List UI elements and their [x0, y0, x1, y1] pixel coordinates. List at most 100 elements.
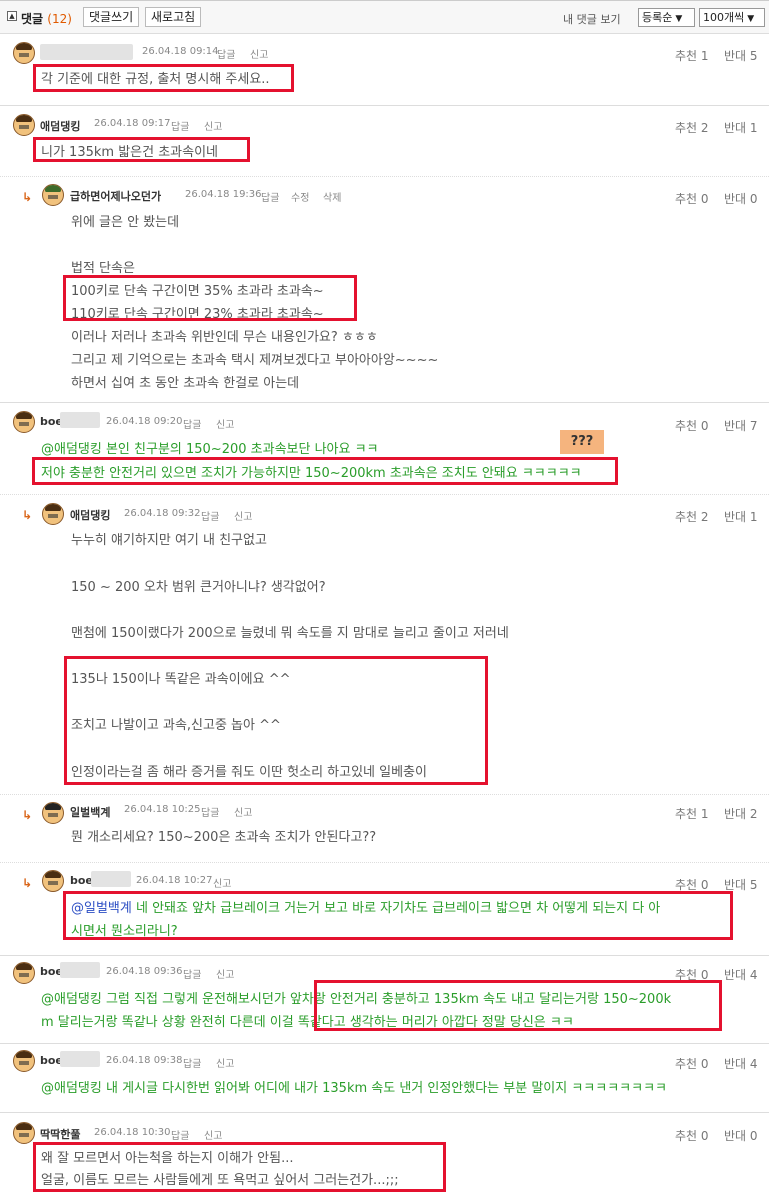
comment-author[interactable]: 애덤댕킹 — [70, 507, 110, 523]
blurred-nickname — [40, 44, 133, 60]
write-comment-button[interactable]: 댓글쓰기 — [83, 7, 140, 27]
comment-date: 26.04.18 10:27 — [136, 875, 213, 886]
comment-toolbar: ▲ 댓글 (12) 댓글쓰기 새로고침 내 댓글 보기 등록순 ▼ 100개씩 ▼ — [0, 0, 769, 34]
comment-date: 26.04.18 09:17 — [94, 118, 171, 129]
comments-count: (12) — [47, 12, 72, 26]
report-link[interactable]: 신고 — [216, 966, 234, 981]
upvote-count[interactable]: 추천 0 — [675, 1055, 709, 1072]
comment-author[interactable]: 일벌백계 — [70, 804, 110, 820]
avatar — [13, 1122, 35, 1144]
reply-arrow-icon: ↳ — [22, 508, 33, 522]
comments-label: 댓글 — [21, 12, 44, 26]
downvote-count[interactable]: 반대 1 — [724, 508, 758, 525]
reply-link[interactable]: 답글 — [171, 1127, 189, 1142]
comment-author[interactable]: 애덤댕킹 — [40, 118, 80, 134]
avatar — [13, 411, 35, 433]
downvote-count[interactable]: 반대 7 — [724, 417, 758, 434]
delete-link[interactable]: 삭제 — [323, 189, 341, 204]
reply-arrow-icon: ↳ — [22, 808, 33, 822]
divider — [0, 1043, 769, 1044]
upvote-count[interactable]: 추천 2 — [675, 119, 709, 136]
annotation-label: ??? — [560, 430, 604, 454]
divider — [0, 794, 769, 795]
blurred-nickname — [60, 962, 100, 978]
downvote-count[interactable]: 반대 0 — [724, 1127, 758, 1144]
comment-text: 맨첨에 150이랬다가 200으로 늘렸네 뭐 속도를 지 맘대로 늘리고 줄이… — [71, 626, 509, 641]
comment-text: 법적 단속은 — [71, 261, 135, 276]
reply-arrow-icon: ↳ — [22, 876, 33, 890]
blurred-nickname — [91, 871, 131, 887]
highlight-box — [63, 275, 357, 321]
report-link[interactable]: 신고 — [250, 46, 268, 61]
reply-link[interactable]: 답글 — [261, 189, 279, 204]
divider — [0, 494, 769, 495]
downvote-count[interactable]: 반대 4 — [724, 1055, 758, 1072]
edit-link[interactable]: 수정 — [291, 189, 309, 204]
highlight-box — [314, 980, 722, 1031]
avatar — [13, 42, 35, 64]
refresh-button[interactable]: 새로고침 — [145, 7, 202, 27]
highlight-box — [33, 137, 250, 162]
reply-link[interactable]: 답글 — [171, 118, 189, 133]
my-comments-link[interactable]: 내 댓글 보기 — [563, 11, 621, 27]
reply-link[interactable]: 답글 — [201, 508, 219, 523]
divider — [0, 1112, 769, 1113]
report-link[interactable]: 신고 — [213, 875, 231, 890]
report-link[interactable]: 신고 — [204, 1127, 222, 1142]
avatar — [13, 962, 35, 984]
avatar — [42, 184, 64, 206]
comment-date: 26.04.18 09:38 — [106, 1055, 183, 1066]
report-link[interactable]: 신고 — [216, 1055, 234, 1070]
report-link[interactable]: 신고 — [234, 508, 252, 523]
highlight-box — [64, 656, 488, 785]
comment-text: 하면서 십여 초 동안 초과속 한걸로 아는데 — [71, 376, 300, 391]
divider — [0, 402, 769, 403]
blurred-nickname — [60, 1051, 100, 1067]
report-link[interactable]: 신고 — [234, 804, 252, 819]
reply-link[interactable]: 답글 — [201, 804, 219, 819]
comment-date: 26.04.18 19:36 — [185, 189, 262, 200]
upvote-count[interactable]: 추천 0 — [675, 190, 709, 207]
collapse-icon[interactable]: ▲ — [7, 11, 17, 21]
divider — [0, 176, 769, 177]
report-link[interactable]: 신고 — [216, 416, 234, 431]
reply-link[interactable]: 답글 — [183, 1055, 201, 1070]
report-link[interactable]: 신고 — [204, 118, 222, 133]
comment-text: 150 ~ 200 오차 범위 큰거아니냐? 생각없어? — [71, 580, 326, 595]
upvote-count[interactable]: 추천 0 — [675, 1127, 709, 1144]
upvote-count[interactable]: 추천 1 — [675, 47, 709, 64]
comment-author[interactable]: boe — [70, 874, 93, 887]
downvote-count[interactable]: 반대 1 — [724, 119, 758, 136]
downvote-count[interactable]: 반대 2 — [724, 805, 758, 822]
chevron-down-icon: ▼ — [675, 14, 683, 24]
comment-text: 위에 글은 안 봤는데 — [71, 215, 180, 230]
upvote-count[interactable]: 추천 2 — [675, 508, 709, 525]
per-page-select[interactable]: 100개씩 ▼ — [699, 8, 765, 27]
comment-date: 26.04.18 09:14 — [142, 46, 219, 57]
comment-text: @애덤댕킹 본인 친구분의 150~200 초과속보단 나아요 ㅋㅋ — [41, 442, 379, 457]
avatar — [42, 802, 64, 824]
reply-arrow-icon: ↳ — [22, 190, 33, 204]
comment-text: 이러나 저러나 초과속 위반인데 무슨 내용인가요? ㅎㅎㅎ — [71, 330, 378, 345]
downvote-count[interactable]: 반대 5 — [724, 47, 758, 64]
highlight-box — [33, 64, 294, 92]
comment-author[interactable]: 딱딱한풀 — [40, 1126, 80, 1142]
comment-text: @애덤댕킹 내 게시글 다시한번 읽어봐 어디에 내가 135km 속도 낸거 … — [41, 1081, 668, 1096]
comment-author[interactable]: 급하면어제나오던가 — [70, 188, 161, 204]
blurred-nickname — [60, 412, 100, 428]
downvote-count[interactable]: 반대 4 — [724, 966, 758, 983]
downvote-count[interactable]: 반대 0 — [724, 190, 758, 207]
upvote-count[interactable]: 추천 1 — [675, 805, 709, 822]
reply-link[interactable]: 답글 — [183, 966, 201, 981]
comments-heading: 댓글 (12) — [21, 10, 72, 27]
divider — [0, 955, 769, 956]
comment-date: 26.04.18 09:36 — [106, 966, 183, 977]
highlight-box — [33, 1142, 446, 1192]
reply-link[interactable]: 답글 — [183, 416, 201, 431]
comment-text: 그리고 제 기억으로는 초과속 택시 제껴보겠다고 부아아아앙~~~~ — [71, 353, 439, 368]
reply-link[interactable]: 답글 — [217, 46, 235, 61]
comment-text: 뭔 개소리세요? 150~200은 초과속 조치가 안된다고?? — [71, 830, 377, 845]
sort-select[interactable]: 등록순 ▼ — [638, 8, 695, 27]
comment-date: 26.04.18 10:30 — [94, 1127, 171, 1138]
upvote-count[interactable]: 추천 0 — [675, 417, 709, 434]
